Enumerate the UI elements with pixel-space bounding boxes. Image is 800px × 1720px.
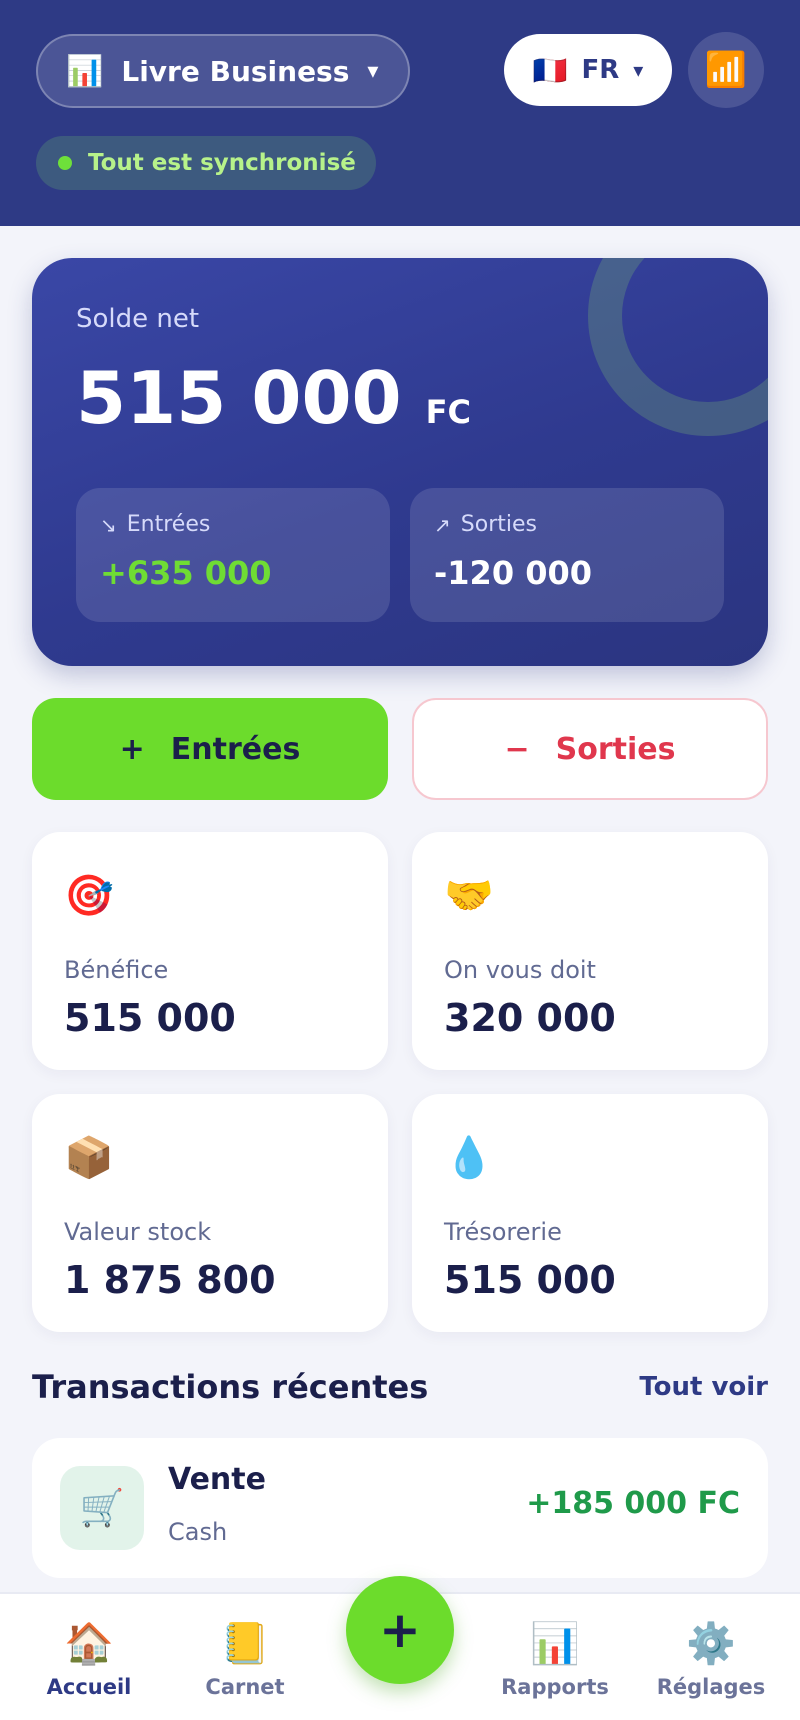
transaction-method: Cash [168,1518,228,1546]
stat-label: On vous doit [444,956,596,984]
notebook-icon: 📒 [220,1621,270,1667]
status-dot-icon [58,156,72,170]
stat-label: Trésorerie [444,1218,562,1246]
expense-summary: ↗ Sorties -120 000 [410,488,724,622]
app-header: 📊 Livre Business ▾ 🇫🇷 FR ▾ 📶 Tout est sy… [0,0,800,226]
handshake-icon: 🤝 [444,873,494,919]
add-expense-button[interactable]: − Sorties [412,698,768,800]
signal-icon: 📶 [704,50,748,90]
target-icon: 🎯 [64,873,114,919]
gear-icon: ⚙️ [686,1621,736,1667]
house-icon: 🏠 [64,1621,114,1667]
cart-icon: 🛒 [60,1466,144,1550]
see-all-link[interactable]: Tout voir [639,1372,768,1402]
balance-amount: 515 000 FC [76,356,471,440]
flag-icon: 🇫🇷 [532,53,568,87]
stat-card-receivables[interactable]: 🤝 On vous doit 320 000 [412,832,768,1070]
stat-value: 515 000 [64,996,236,1040]
balance-card: Solde net 515 000 FC ↘ Entrées +635 000 … [32,258,768,666]
droplet-icon: 💧 [444,1135,494,1181]
nav-label: Accueil [46,1675,132,1699]
expense-label: Sorties [460,512,537,537]
language-selector[interactable]: 🇫🇷 FR ▾ [504,34,672,106]
nav-item-reports[interactable]: 📊 Rapports [480,1620,630,1699]
chart-icon: 📊 [66,53,104,89]
income-summary: ↘ Entrées +635 000 [76,488,390,622]
nav-label: Carnet [205,1675,285,1699]
book-name: Livre Business [121,54,350,88]
transaction-row[interactable]: 🛒 Vente Cash +185 000 FC [32,1438,768,1578]
nav-item-home[interactable]: 🏠 Accueil [14,1620,164,1699]
nav-label: Rapports [501,1675,609,1699]
arrow-up-right-icon: ↗ [434,512,451,537]
stat-label: Bénéfice [64,956,169,984]
stat-card-treasury[interactable]: 💧 Trésorerie 515 000 [412,1094,768,1332]
bar-chart-icon: 📊 [530,1621,580,1667]
add-income-label: Entrées [170,731,301,767]
transaction-amount: +185 000 FC [526,1486,740,1521]
decorative-ring [588,258,768,436]
expense-value: -120 000 [434,554,593,592]
stat-label: Valeur stock [64,1218,212,1246]
sync-status-badge: Tout est synchronisé [36,136,376,190]
recent-transactions-title: Transactions récentes [32,1368,429,1406]
stat-value: 515 000 [444,1258,616,1302]
plus-icon: + [119,731,145,767]
balance-currency: FC [425,393,471,431]
chevron-down-icon: ▾ [633,58,644,82]
nav-label: Réglages [656,1675,766,1699]
chevron-down-icon: ▾ [367,58,379,84]
sync-status-text: Tout est synchronisé [88,150,356,176]
language-code: FR [581,55,620,85]
stat-card-stock-value[interactable]: 📦 Valeur stock 1 875 800 [32,1094,388,1332]
package-icon: 📦 [64,1135,114,1181]
stat-card-profit[interactable]: 🎯 Bénéfice 515 000 [32,832,388,1070]
transaction-name: Vente [168,1462,266,1497]
balance-value: 515 000 [76,356,402,440]
plus-icon: + [379,1601,421,1659]
book-selector[interactable]: 📊 Livre Business ▾ [36,34,410,108]
stat-value: 320 000 [444,996,616,1040]
connection-button[interactable]: 📶 [688,32,764,108]
income-value: +635 000 [100,554,272,592]
nav-item-settings[interactable]: ⚙️ Réglages [636,1620,786,1699]
nav-item-ledger[interactable]: 📒 Carnet [170,1620,320,1699]
minus-icon: − [504,731,530,767]
income-label: Entrées [126,512,211,537]
add-expense-label: Sorties [555,731,676,767]
stat-value: 1 875 800 [64,1258,276,1302]
balance-label: Solde net [76,304,200,334]
arrow-down-right-icon: ↘ [100,512,117,537]
add-transaction-fab[interactable]: + [346,1576,454,1684]
add-income-button[interactable]: + Entrées [32,698,388,800]
